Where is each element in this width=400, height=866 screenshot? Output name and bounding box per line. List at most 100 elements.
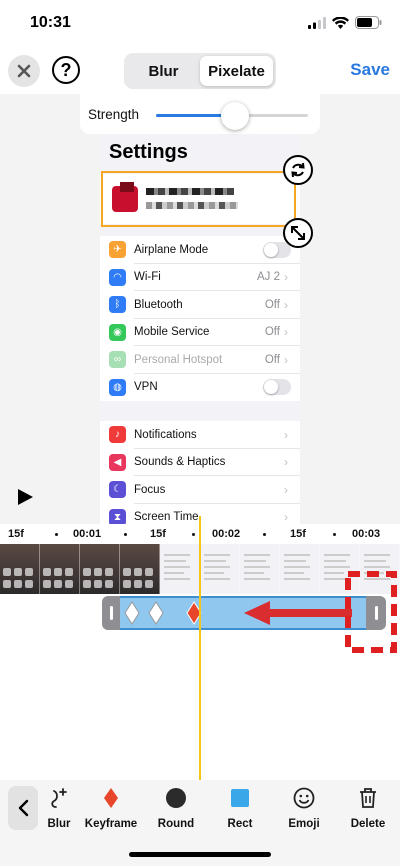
filmstrip-frame xyxy=(200,544,240,594)
settings-row: ∞ Personal Hotspot Off › xyxy=(100,346,300,374)
globe-icon: ◍ xyxy=(109,378,126,396)
moon-icon: ☾ xyxy=(109,481,126,499)
settings-toggle xyxy=(263,379,291,396)
video-preview[interactable]: Settings ✈ Airplane Mode ◠ Wi-Fi AJ 2 › ᛒ Bluet… xyxy=(0,94,400,524)
status-icons xyxy=(308,16,382,29)
wifi-icon: ◠ xyxy=(109,268,126,286)
chevron-right-icon: › xyxy=(284,270,288,285)
rotate-handle[interactable] xyxy=(283,155,313,185)
keyframe-icon xyxy=(104,788,118,808)
tool-label: Rect xyxy=(227,818,253,830)
status-time: 10:31 xyxy=(30,14,71,31)
square-icon xyxy=(231,789,249,807)
save-button[interactable]: Save xyxy=(350,60,390,80)
settings-row-value: Off xyxy=(264,298,280,311)
ruler-label: 00:03 xyxy=(352,528,381,540)
ruler-label: 15f xyxy=(150,528,166,540)
filmstrip-frame xyxy=(0,544,40,594)
home-indicator xyxy=(129,852,271,857)
play-icon xyxy=(18,489,33,505)
mode-blur-segment[interactable]: Blur xyxy=(127,56,200,86)
tool-delete[interactable]: Delete xyxy=(336,786,400,830)
settings-title: Settings xyxy=(109,141,188,163)
settings-row-label: Wi-Fi xyxy=(134,271,161,284)
filmstrip-frame xyxy=(40,544,80,594)
bluetooth-icon: ᛒ xyxy=(109,296,126,314)
filmstrip-frame xyxy=(120,544,160,594)
chevron-right-icon: › xyxy=(284,482,288,497)
hourglass-icon: ⧗ xyxy=(109,508,126,524)
antenna-icon: ◉ xyxy=(109,323,126,341)
keyframe-diamond[interactable] xyxy=(124,601,140,625)
clip-start-handle[interactable] xyxy=(110,606,113,620)
ruler-label: 00:02 xyxy=(212,528,241,540)
hotspot-icon: ∞ xyxy=(109,351,126,369)
blur-add-icon xyxy=(51,788,67,808)
strength-panel: Strength xyxy=(80,94,320,134)
chevron-right-icon: › xyxy=(284,297,288,312)
filmstrip-frame xyxy=(80,544,120,594)
close-icon xyxy=(17,64,31,78)
annotation-arrow-overlay xyxy=(244,571,397,653)
close-button[interactable] xyxy=(8,55,40,87)
help-button[interactable]: ? xyxy=(52,56,80,84)
settings-row: ✈ Airplane Mode xyxy=(100,236,300,264)
settings-row-label: Sounds & Haptics xyxy=(134,456,226,469)
ruler-label: 00:01 xyxy=(73,528,102,540)
speaker-icon: ◀ xyxy=(109,453,126,471)
settings-row: ◀ Sounds & Haptics › xyxy=(100,449,300,476)
chevron-right-icon: › xyxy=(284,325,288,340)
chevron-right-icon: › xyxy=(284,510,288,524)
settings-row: ◠ Wi-Fi AJ 2 › xyxy=(100,264,300,291)
chevron-right-icon: › xyxy=(284,352,288,367)
rotate-icon xyxy=(291,162,305,178)
settings-row-label: Airplane Mode xyxy=(134,243,209,256)
battery-icon xyxy=(355,16,382,29)
tool-label: Keyframe xyxy=(84,818,138,830)
settings-row: ◍ VPN xyxy=(100,374,300,402)
tool-keyframe[interactable]: Keyframe xyxy=(79,786,143,830)
airplane-icon: ✈ xyxy=(109,241,126,259)
trash-icon xyxy=(360,788,376,808)
emoji-icon xyxy=(293,787,315,809)
settings-group-notifications: ♪ Notifications › ◀ Sounds & Haptics › ☾ Focus ›… xyxy=(100,421,300,524)
play-button[interactable] xyxy=(16,488,34,511)
tool-emoji[interactable]: Emoji xyxy=(272,786,336,830)
chevron-right-icon: › xyxy=(284,427,288,442)
mode-pixelate-segment[interactable]: Pixelate xyxy=(200,56,273,86)
timeline-playhead[interactable] xyxy=(199,516,201,780)
settings-row-label: Personal Hotspot xyxy=(134,353,223,366)
help-icon: ? xyxy=(60,59,72,80)
circle-icon xyxy=(166,788,186,808)
strength-slider[interactable] xyxy=(156,102,308,130)
settings-row: ♪ Notifications › xyxy=(100,421,300,449)
settings-toggle xyxy=(263,241,291,258)
strength-slider-knob[interactable] xyxy=(221,102,250,130)
tool-label: Delete xyxy=(350,818,386,830)
settings-row-value: Off xyxy=(264,353,280,366)
mode-segmented-control: Blur Pixelate xyxy=(124,53,276,89)
keyframe-diamond[interactable] xyxy=(148,601,164,625)
resize-icon xyxy=(291,226,305,240)
tool-round[interactable]: Round xyxy=(144,786,208,830)
bell-icon: ♪ xyxy=(109,426,126,444)
settings-row-label: Mobile Service xyxy=(134,326,210,339)
settings-row-label: Focus xyxy=(134,483,166,496)
settings-row-label: Screen Time xyxy=(134,511,199,524)
tool-label: Round xyxy=(157,818,195,830)
tool-rect[interactable]: Rect xyxy=(208,786,272,830)
settings-row-label: VPN xyxy=(134,381,158,394)
chevron-right-icon: › xyxy=(284,455,288,470)
settings-row: ☾ Focus › xyxy=(100,476,300,504)
pixelate-selection-box[interactable] xyxy=(101,171,296,227)
ruler-label: 15f xyxy=(290,528,306,540)
strength-label: Strength xyxy=(88,107,140,122)
filmstrip-frame xyxy=(160,544,200,594)
ruler-label: 15f xyxy=(8,528,24,540)
tool-label: Blur xyxy=(47,818,71,830)
settings-row-value: AJ 2 xyxy=(256,271,280,284)
settings-group-connectivity: ✈ Airplane Mode ◠ Wi-Fi AJ 2 › ᛒ Bluetooth Off › ◉… xyxy=(100,236,300,401)
resize-handle[interactable] xyxy=(283,218,313,248)
signal-icon xyxy=(308,16,326,29)
settings-row-value: Off xyxy=(264,326,280,339)
